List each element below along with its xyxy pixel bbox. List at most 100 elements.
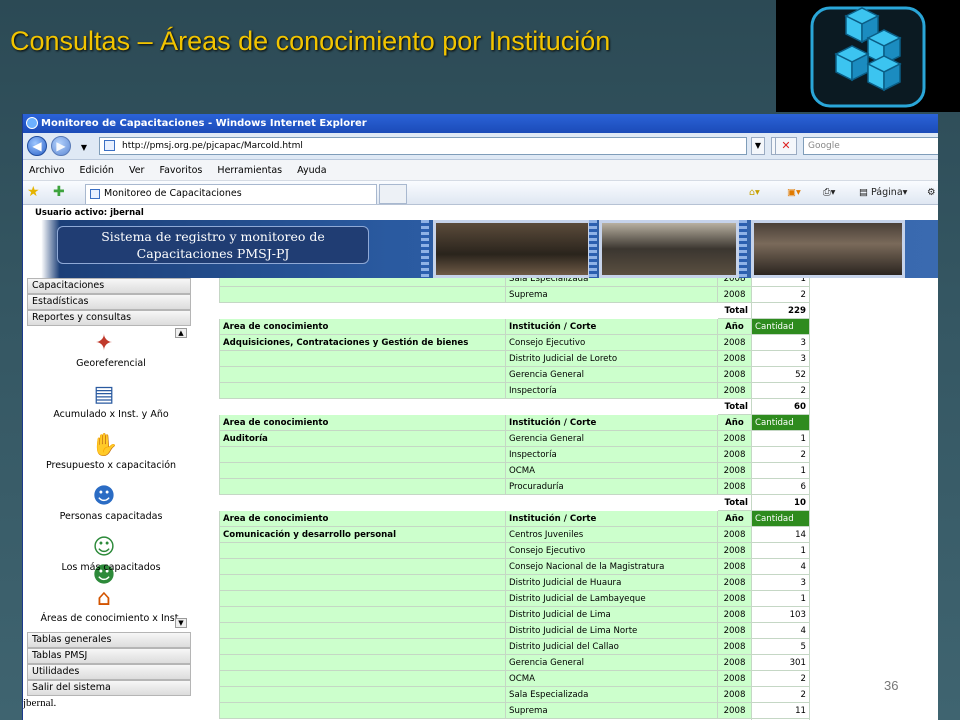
menu-ayuda[interactable]: Ayuda	[297, 165, 326, 176]
tool-presupuesto[interactable]: ✋ Presupuesto x capacitación	[23, 428, 219, 479]
add-favorite-icon[interactable]: ✚	[53, 184, 65, 200]
year-cell: 2008	[717, 702, 752, 719]
tool-label: Personas capacitadas	[59, 511, 163, 522]
menu-herramientas[interactable]: Herramientas	[217, 165, 282, 176]
menu-archivo[interactable]: Archivo	[29, 165, 65, 176]
tool-personas-capacitadas[interactable]: ☻ Personas capacitadas	[23, 479, 219, 530]
table-row: Inspectoría 2008 2	[219, 382, 810, 399]
new-tab-button[interactable]	[379, 184, 407, 204]
home-icon[interactable]: ⌂▾	[749, 185, 760, 201]
quantity-cell: 1	[751, 542, 810, 559]
year-cell: 2008	[717, 430, 752, 447]
ledger-icon: ▤	[93, 382, 115, 407]
menu-utilidades[interactable]: Utilidades	[27, 664, 191, 680]
institution-cell	[505, 398, 718, 415]
url-input[interactable]: http://pmsj.org.pe/pjcapac/MarcoId.html	[99, 137, 747, 155]
year-cell: Total	[717, 398, 752, 415]
url-text: http://pmsj.org.pe/pjcapac/MarcoId.html	[122, 141, 303, 151]
url-dropdown-icon[interactable]: ▼	[751, 137, 765, 155]
page-number: 36	[884, 678, 899, 693]
institution-cell: Distrito Judicial del Callao	[505, 638, 718, 655]
menu-ver[interactable]: Ver	[129, 165, 145, 176]
institution-cell: Suprema	[505, 702, 718, 719]
ie-icon	[26, 117, 38, 129]
table-row: Comunicación y desarrollo personal Centro…	[219, 526, 810, 543]
year-cell: 2008	[717, 286, 752, 303]
year-cell: 2008	[717, 574, 752, 591]
quantity-cell: 103	[751, 606, 810, 623]
menu-favoritos[interactable]: Favoritos	[160, 165, 203, 176]
menu-salir[interactable]: Salir del sistema	[27, 680, 191, 696]
tab-monitoreo[interactable]: Monitoreo de Capacitaciones	[85, 184, 377, 204]
institution-cell: Gerencia General	[505, 654, 718, 671]
year-cell: 2008	[717, 638, 752, 655]
table-row: Distrito Judicial de Loreto 2008 3	[219, 350, 810, 367]
area-cell	[219, 574, 506, 591]
back-button[interactable]: ◀	[27, 136, 47, 156]
app-frame: Usuario activo: jbernal Sistema de regis…	[23, 206, 938, 720]
institution-cell: OCMA	[505, 670, 718, 687]
area-cell	[219, 478, 506, 495]
menu-tablas-generales[interactable]: Tablas generales	[27, 632, 191, 648]
quantity-cell: 1	[751, 278, 810, 287]
area-cell	[219, 622, 506, 639]
area-cell: Area de conocimiento	[219, 414, 506, 431]
table-row: Gerencia General 2008 301	[219, 654, 810, 671]
tool-mas-capacitados[interactable]: ☺☻ Los más capacitados	[23, 530, 219, 588]
area-cell: Area de conocimiento	[219, 510, 506, 527]
area-cell	[219, 350, 506, 367]
area-cell	[219, 702, 506, 719]
institution-cell: Sala Especializada	[505, 278, 718, 287]
stop-icon[interactable]: ✕	[775, 137, 797, 155]
area-cell	[219, 606, 506, 623]
quantity-cell: 5	[751, 638, 810, 655]
table-header-row: Area de conocimiento Institución / Corte A…	[219, 318, 810, 335]
favorites-star-icon[interactable]: ★	[27, 184, 40, 200]
menu-reportes-consultas[interactable]: Reportes y consultas	[27, 310, 191, 326]
menu-edicion[interactable]: Edición	[80, 165, 114, 176]
footer-user: jbernal.	[23, 697, 57, 709]
quantity-cell: 1	[751, 462, 810, 479]
table-row: Distrito Judicial del Callao 2008 5	[219, 638, 810, 655]
quantity-cell: Cantidad	[751, 318, 810, 335]
quantity-cell: 14	[751, 526, 810, 543]
institution-cell: Consejo Ejecutivo	[505, 542, 718, 559]
area-cell: Auditoría	[219, 430, 506, 447]
area-cell	[219, 302, 506, 319]
quantity-cell: 11	[751, 702, 810, 719]
table-row: Consejo Nacional de la Magistratura 2008 4	[219, 558, 810, 575]
page-menu-button[interactable]: ▤ Página▾	[859, 185, 907, 201]
institution-cell: Inspectoría	[505, 446, 718, 463]
table-row: Distrito Judicial de Lambayeque 2008 1	[219, 590, 810, 607]
table-row: Adquisiciones, Contrataciones y Gestión …	[219, 334, 810, 351]
year-cell: 2008	[717, 278, 752, 287]
menu-estadisticas[interactable]: Estadísticas	[27, 294, 191, 310]
forward-button[interactable]: ▶	[51, 136, 71, 156]
tool-areas-conocimiento[interactable]: ⌂ Áreas de conocimiento x Inst.	[23, 581, 219, 632]
tool-acumulado[interactable]: ▤ Acumulado x Inst. y Año	[23, 377, 219, 428]
menu-capacitaciones[interactable]: Capacitaciones	[27, 278, 191, 294]
year-cell: 2008	[717, 382, 752, 399]
table-row: Auditoría Gerencia General 2008 1	[219, 430, 810, 447]
institution-cell: Distrito Judicial de Lima	[505, 606, 718, 623]
search-input[interactable]: Google	[803, 137, 938, 155]
history-dropdown-icon[interactable]: ▼	[77, 140, 91, 152]
banner-line-2: Capacitaciones PMSJ-PJ	[136, 246, 290, 261]
menu-tablas-pmsj[interactable]: Tablas PMSJ	[27, 648, 191, 664]
feeds-icon[interactable]: ▣▾	[787, 185, 801, 201]
area-cell: Comunicación y desarrollo personal	[219, 526, 506, 543]
year-cell: Año	[717, 318, 752, 335]
people-icon: ☺☻	[92, 535, 116, 588]
area-cell	[219, 686, 506, 703]
area-cell	[219, 494, 506, 511]
quantity-cell: 3	[751, 334, 810, 351]
year-cell: 2008	[717, 590, 752, 607]
institution-cell: Sala Especializada	[505, 686, 718, 703]
address-bar: ◀ ▶ ▼ http://pmsj.org.pe/pjcapac/MarcoId…	[23, 133, 938, 160]
quantity-cell: 2	[751, 670, 810, 687]
scroll-down-icon[interactable]: ▼	[175, 618, 187, 628]
print-icon[interactable]: ⎙▾	[823, 185, 835, 201]
area-cell	[219, 590, 506, 607]
tool-georeferencial[interactable]: ✦ Georeferencial	[23, 326, 219, 377]
tools-gear-icon[interactable]: ⚙	[927, 185, 936, 201]
